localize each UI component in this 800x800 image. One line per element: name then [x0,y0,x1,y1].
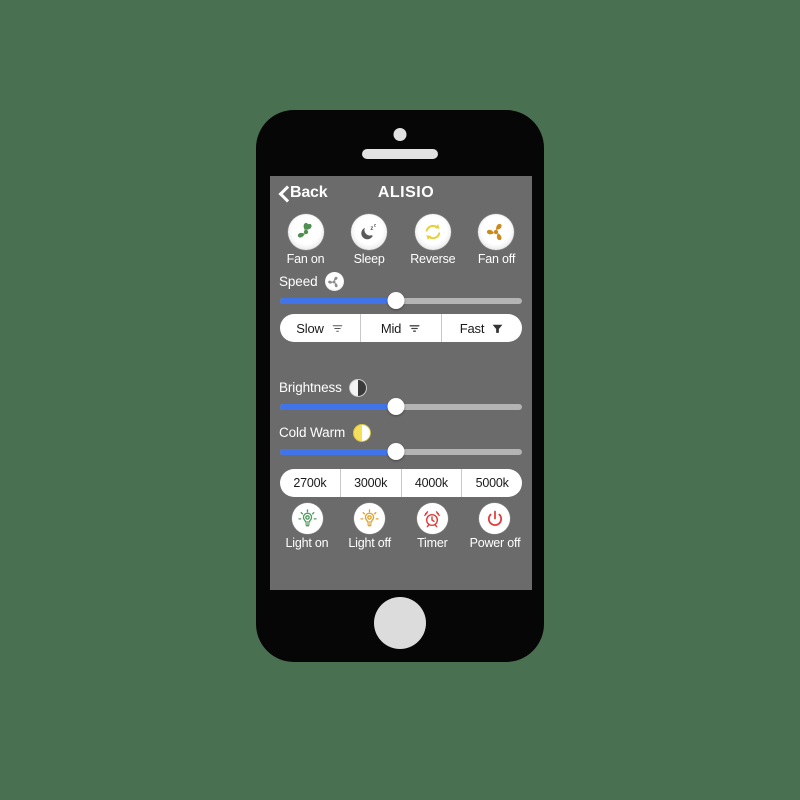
svg-text:z: z [374,223,377,228]
navigation-bar: Back ALISIO [270,176,532,210]
power-off-button[interactable]: Power off [464,503,526,550]
fan-off-label: Fan off [477,252,516,266]
speed-label-row: Speed [270,272,532,291]
power-off-label: Power off [469,536,521,550]
wind-weak-icon [331,322,344,335]
speed-segmented-control[interactable]: Slow Mid Fast [280,314,522,342]
home-button[interactable] [374,597,426,649]
kelvin-segment-2700k-label: 2700k [293,476,327,490]
cold-warm-slider-fill [280,449,397,455]
brightness-slider[interactable] [280,398,522,415]
kelvin-segment-5000k[interactable]: 5000k [462,469,522,497]
light-off-label: Light off [348,536,391,550]
kelvin-segment-3000k[interactable]: 3000k [341,469,402,497]
half-circle-contrast-icon [349,378,368,397]
wind-strong-icon [491,322,504,335]
speaker-grille-icon [362,149,438,159]
moon-sleep-icon: z z [351,214,388,250]
timer-button[interactable]: Timer [401,503,463,550]
speed-segment-mid-label: Mid [380,320,402,336]
brightness-label: Brightness [279,380,342,395]
half-circle-warm-icon [352,423,371,442]
kelvin-segment-4000k[interactable]: 4000k [402,469,463,497]
speed-segment-fast[interactable]: Fast [442,314,522,342]
speed-slider[interactable] [280,292,522,309]
alarm-clock-icon [416,503,448,534]
fan-speed-icon [324,272,344,291]
speed-slider-fill [280,298,397,304]
cold-warm-slider[interactable] [280,443,522,460]
wind-medium-icon [408,322,421,335]
reverse-label: Reverse [410,252,456,266]
sleep-label: Sleep [353,252,385,266]
brightness-slider-fill [280,404,397,410]
fan-icon [478,214,515,250]
cold-warm-label: Cold Warm [279,425,346,440]
reverse-button[interactable]: Reverse [404,214,461,266]
cold-warm-label-row: Cold Warm [270,423,532,442]
bulb-icon [354,503,386,534]
fan-icon [287,214,324,250]
bulb-icon [291,503,323,534]
page-title: ALISIO [377,184,435,201]
speed-segment-fast-label: Fast [459,320,485,336]
kelvin-segment-4000k-label: 4000k [414,476,448,490]
speed-segment-mid[interactable]: Mid [361,314,442,342]
fan-on-button[interactable]: Fan on [277,214,334,266]
brightness-label-row: Brightness [270,378,532,397]
fan-action-row: Fan on z z Sleep Reverse Fan off [270,210,532,266]
fan-on-label: Fan on [286,252,325,266]
cold-warm-slider-thumb[interactable] [387,443,405,460]
light-off-button[interactable]: Light off [339,503,401,550]
speed-segment-slow[interactable]: Slow [280,314,361,342]
speed-slider-thumb[interactable] [387,292,405,309]
speed-label: Speed [279,274,318,289]
phone-device: Back ALISIO Fan on z z Sleep Reverse Fan… [256,110,544,662]
kelvin-segment-2700k[interactable]: 2700k [280,469,341,497]
phone-screen: Back ALISIO Fan on z z Sleep Reverse Fan… [270,176,532,590]
light-on-button[interactable]: Light on [276,503,338,550]
kelvin-segmented-control[interactable]: 2700k 3000k 4000k 5000k [280,469,522,497]
camera-dot-icon [393,128,407,141]
speed-segment-slow-label: Slow [296,320,324,336]
timer-label: Timer [417,536,448,550]
fan-off-button[interactable]: Fan off [468,214,525,266]
power-icon [479,503,511,534]
kelvin-segment-5000k-label: 5000k [475,476,509,490]
light-action-row: Light on Light off Timer Power off [270,497,532,550]
brightness-slider-thumb[interactable] [387,398,405,415]
reverse-arrows-icon [414,214,451,250]
kelvin-segment-3000k-label: 3000k [354,476,388,490]
sleep-button[interactable]: z z Sleep [341,214,398,266]
light-on-label: Light on [285,536,329,550]
